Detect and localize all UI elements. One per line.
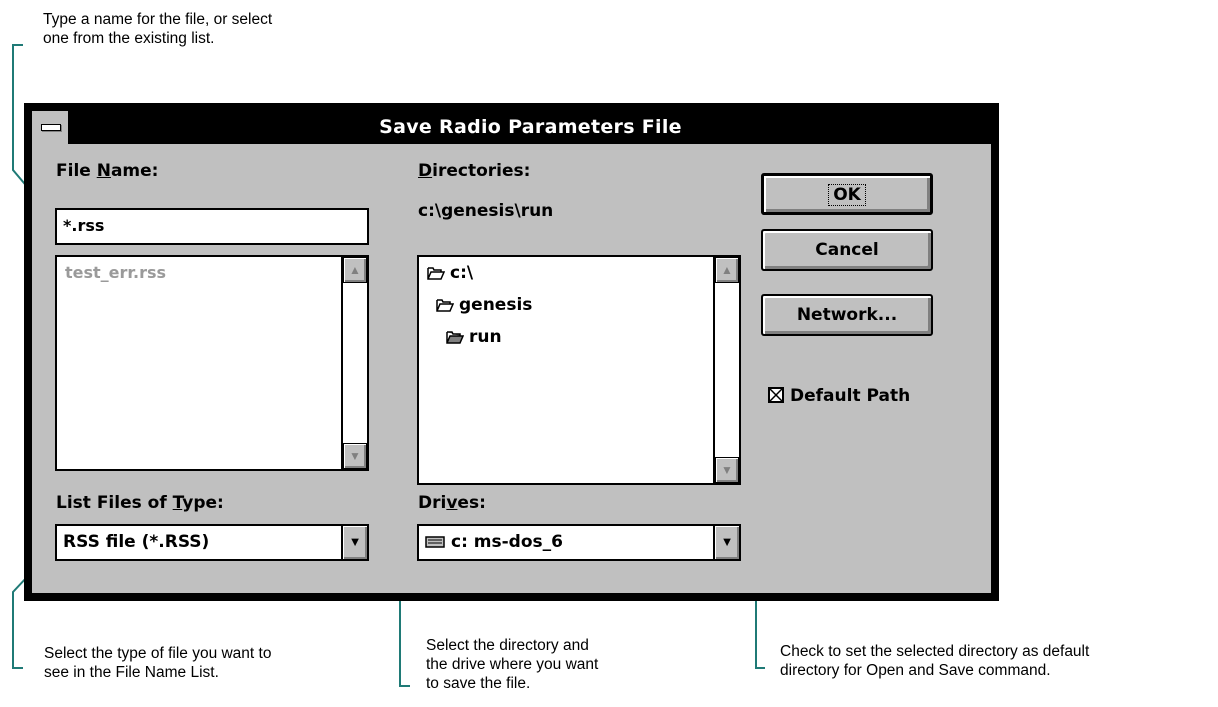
cancel-button-label: Cancel bbox=[815, 240, 879, 260]
drives-label-accel: v bbox=[446, 493, 458, 513]
window-title: Save Radio Parameters File bbox=[379, 116, 682, 138]
open-folder-icon bbox=[427, 267, 445, 280]
cancel-button[interactable]: Cancel bbox=[761, 229, 933, 271]
file-type-value: RSS file (*.RSS) bbox=[63, 532, 210, 552]
directories-label-accel: D bbox=[418, 161, 433, 181]
file-name-label-accel: N bbox=[96, 161, 111, 181]
scroll-down-button[interactable]: ▼ bbox=[715, 457, 739, 483]
ok-button-label: OK bbox=[828, 184, 866, 206]
list-item[interactable]: test_err.rss bbox=[65, 263, 166, 282]
open-folder-icon bbox=[436, 299, 454, 312]
default-path-checkbox[interactable] bbox=[768, 387, 784, 403]
file-name-value: *.rss bbox=[63, 216, 105, 235]
file-name-label: File Name: bbox=[56, 161, 158, 181]
drives-label-pre: Dri bbox=[418, 493, 447, 513]
arrow-down-icon: ▼ bbox=[349, 449, 361, 463]
file-type-dropdown-button[interactable]: ▼ bbox=[341, 526, 367, 559]
file-type-label: List Files of Type: bbox=[56, 493, 224, 513]
dialog-body: Save Radio Parameters File File Name: *.… bbox=[30, 109, 993, 595]
arrow-up-icon: ▲ bbox=[721, 263, 733, 277]
directory-list-scrollbar[interactable]: ▲ ▼ bbox=[713, 257, 739, 483]
network-button-label: Network... bbox=[796, 305, 898, 325]
drives-dropdown-button[interactable]: ▼ bbox=[713, 526, 739, 559]
current-directory-path: c:\genesis\run bbox=[418, 201, 554, 221]
file-name-label-post: ame: bbox=[110, 161, 159, 181]
file-type-label-pre: List Files of bbox=[56, 493, 173, 513]
scroll-up-button[interactable]: ▲ bbox=[343, 257, 367, 283]
title-bar[interactable]: Save Radio Parameters File bbox=[32, 111, 991, 144]
dropdown-arrow-icon: ▼ bbox=[720, 534, 734, 549]
file-name-label-pre: File bbox=[56, 161, 97, 181]
drives-label: Drives: bbox=[418, 493, 486, 513]
file-name-list[interactable]: test_err.rss ▲ ▼ bbox=[55, 255, 369, 471]
drive-value-wrap: c: ms-dos_6 bbox=[425, 532, 563, 552]
scroll-up-button[interactable]: ▲ bbox=[715, 257, 739, 283]
drives-dropdown[interactable]: c: ms-dos_6 ▼ bbox=[417, 524, 741, 561]
drive-value: c: ms-dos_6 bbox=[451, 532, 563, 552]
directory-list[interactable]: c:\ genesis run ▲ ▼ bbox=[417, 255, 741, 485]
directory-label: c:\ bbox=[450, 263, 474, 283]
system-menu-icon bbox=[41, 124, 61, 131]
dropdown-arrow-icon: ▼ bbox=[348, 534, 362, 549]
save-dialog: Save Radio Parameters File File Name: *.… bbox=[24, 103, 999, 601]
network-button[interactable]: Network... bbox=[761, 294, 933, 336]
directory-item-genesis[interactable]: genesis bbox=[436, 295, 532, 315]
drives-label-post: es: bbox=[457, 493, 486, 513]
checkbox-x-icon bbox=[770, 389, 782, 401]
directories-label: Directories: bbox=[418, 161, 530, 181]
directory-item-root[interactable]: c:\ bbox=[427, 263, 473, 283]
directory-label: run bbox=[469, 327, 502, 347]
scroll-down-button[interactable]: ▼ bbox=[343, 443, 367, 469]
system-menu-button[interactable] bbox=[32, 111, 70, 144]
file-list-scrollbar[interactable]: ▲ ▼ bbox=[341, 257, 367, 469]
file-type-label-post: ype: bbox=[182, 493, 224, 513]
directories-label-post: irectories: bbox=[432, 161, 531, 181]
directory-label: genesis bbox=[459, 295, 533, 315]
default-path-label[interactable]: Default Path bbox=[790, 386, 910, 406]
file-type-label-accel: T bbox=[172, 493, 183, 513]
ok-button[interactable]: OK bbox=[761, 173, 933, 215]
hard-drive-icon bbox=[425, 536, 445, 548]
directory-item-run[interactable]: run bbox=[446, 327, 502, 347]
file-name-input[interactable]: *.rss bbox=[55, 208, 369, 245]
file-type-dropdown[interactable]: RSS file (*.RSS) ▼ bbox=[55, 524, 369, 561]
arrow-up-icon: ▲ bbox=[349, 263, 361, 277]
open-folder-selected-icon bbox=[446, 331, 464, 344]
arrow-down-icon: ▼ bbox=[721, 463, 733, 477]
